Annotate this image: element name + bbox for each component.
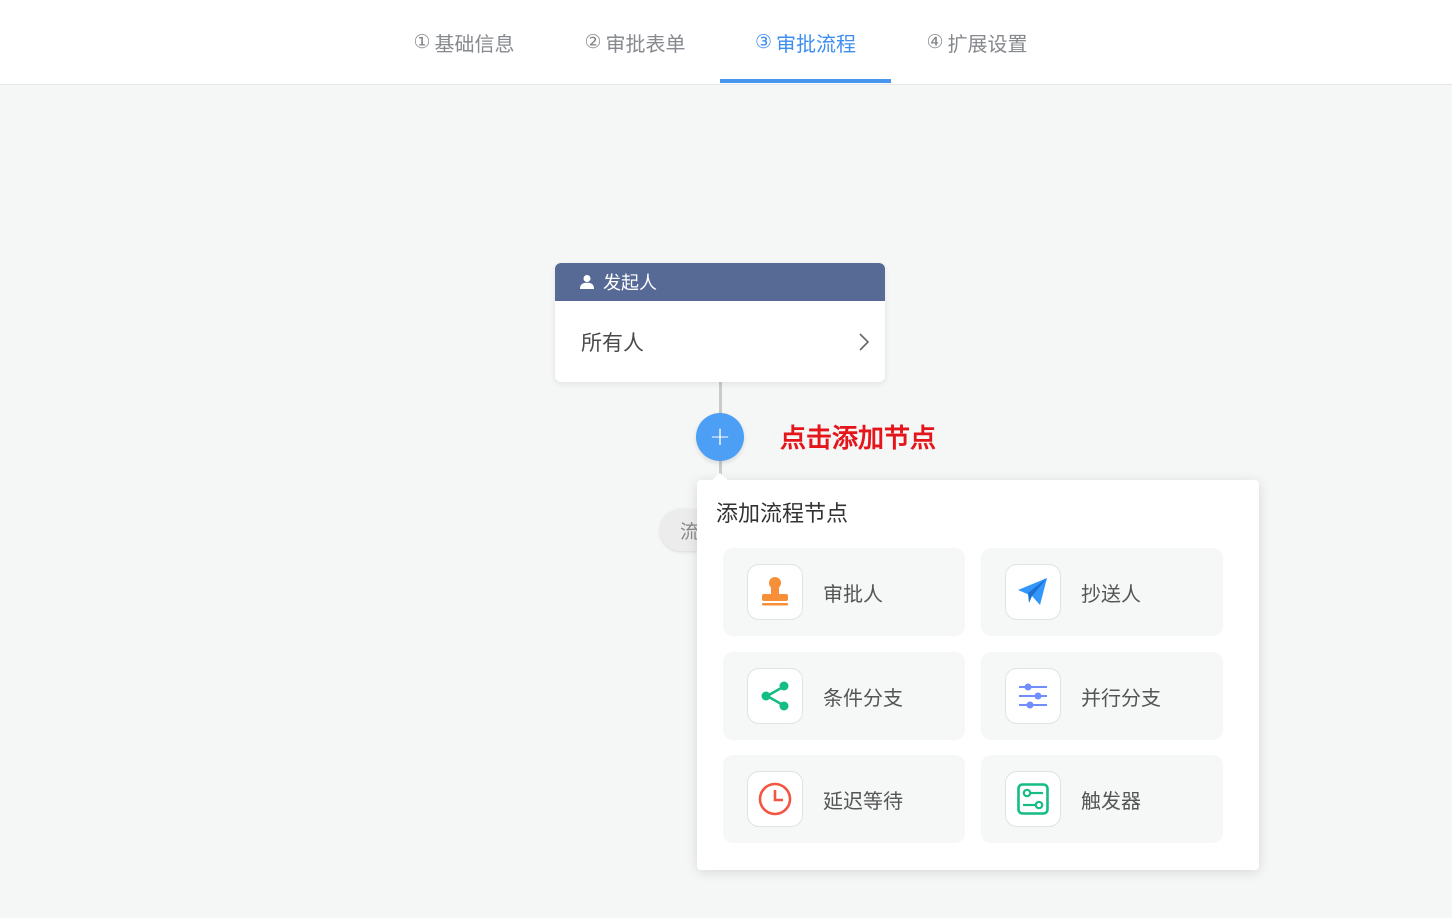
add-approver-option[interactable]: 审批人: [723, 548, 965, 636]
add-parallel-branch-option[interactable]: 并行分支: [981, 652, 1223, 740]
initiator-node-title: 发起人: [603, 273, 657, 294]
icon-box: [1005, 668, 1061, 724]
initiator-value: 所有人: [581, 330, 644, 355]
user-icon: [580, 275, 594, 289]
connector-line: [719, 382, 722, 414]
initiator-node-header: 发起人: [555, 263, 885, 301]
tab-label: 基础信息: [434, 31, 515, 56]
icon-box: [1005, 564, 1061, 620]
tab-number: ②: [584, 31, 602, 53]
tab-extended-settings[interactable]: ④ 扩展设置: [908, 0, 1046, 84]
add-delay-wait-option[interactable]: 延迟等待: [723, 755, 965, 843]
popover-arrow: [711, 473, 729, 481]
option-label: 抄送人: [1081, 581, 1141, 606]
add-cc-option[interactable]: 抄送人: [981, 548, 1223, 636]
option-label: 审批人: [823, 581, 883, 606]
icon-box: [747, 564, 803, 620]
tab-label: 审批流程: [776, 31, 857, 56]
plus-icon: +: [709, 422, 731, 452]
tab-label: 审批表单: [605, 31, 686, 56]
add-condition-branch-option[interactable]: 条件分支: [723, 652, 965, 740]
add-node-popover: 添加流程节点 审批人 抄送人 条件分支 并行分支 延迟等待 触发器: [697, 480, 1259, 870]
popover-title: 添加流程节点: [716, 502, 849, 527]
active-tab-underline: [720, 79, 891, 83]
add-trigger-option[interactable]: 触发器: [981, 755, 1223, 843]
trigger-icon: [1017, 783, 1049, 815]
paper-plane-icon: [1018, 578, 1047, 605]
clock-icon: [758, 782, 792, 816]
tab-approval-flow[interactable]: ③ 审批流程: [720, 0, 891, 84]
header-bar: ① 基础信息 ② 审批表单 ③ 审批流程 ④ 扩展设置: [0, 0, 1452, 85]
icon-box: [747, 668, 803, 724]
tab-number: ③: [754, 31, 773, 53]
option-label: 并行分支: [1081, 685, 1161, 710]
sliders-icon: [1019, 683, 1047, 709]
tab-approval-form[interactable]: ② 审批表单: [566, 0, 704, 84]
icon-box: [747, 771, 803, 827]
chevron-right-icon: [859, 332, 870, 351]
share-branch-icon: [761, 681, 789, 711]
icon-box: [1005, 771, 1061, 827]
tab-number: ①: [413, 31, 431, 53]
option-label: 延迟等待: [823, 788, 903, 813]
initiator-node[interactable]: 发起人 所有人: [555, 263, 885, 382]
tab-basic-info[interactable]: ① 基础信息: [395, 0, 533, 84]
option-label: 触发器: [1081, 788, 1141, 813]
approver-stamp-icon: [762, 577, 788, 606]
initiator-node-body: 所有人: [555, 301, 885, 382]
tab-number: ④: [926, 31, 944, 53]
add-node-hint: 点击添加节点: [780, 424, 937, 454]
tab-label: 扩展设置: [947, 31, 1028, 56]
add-node-button[interactable]: +: [696, 413, 744, 461]
option-label: 条件分支: [823, 685, 903, 710]
